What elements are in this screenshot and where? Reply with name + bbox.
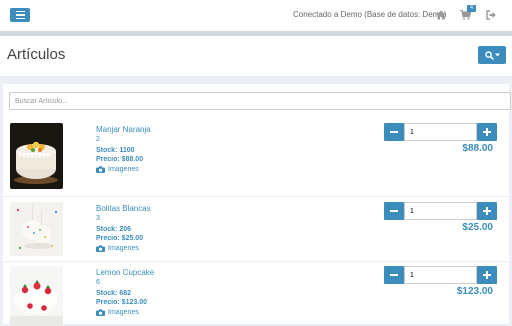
search-icon — [484, 50, 494, 60]
sign-out-icon[interactable] — [486, 10, 496, 20]
item-price: Precio: $123.00 — [96, 299, 147, 306]
caret-down-icon — [494, 53, 500, 57]
menu-toggle-button[interactable] — [10, 8, 30, 22]
images-label: Imagenes — [108, 166, 139, 173]
cart-count-badge: 4 — [467, 5, 476, 12]
item-stock: Stock: 682 — [96, 290, 132, 297]
minus-icon — [390, 274, 398, 276]
product-image[interactable] — [10, 266, 63, 326]
images-link[interactable]: Imagenes — [96, 309, 139, 316]
increase-quantity-button[interactable] — [477, 266, 497, 284]
search-dropdown-button[interactable] — [478, 46, 506, 64]
top-navbar: Conectado a Demo (Base de datos: Demo) 4 — [0, 0, 512, 31]
item-code: 6 — [96, 279, 100, 286]
images-label: Imagenes — [108, 309, 139, 316]
item-name[interactable]: Manjar Naranja — [96, 125, 151, 134]
item-price: Precio: $25.00 — [96, 235, 144, 242]
menu-icon — [15, 10, 25, 13]
increase-quantity-button[interactable] — [477, 123, 497, 141]
decrease-quantity-button[interactable] — [384, 266, 404, 284]
articles-panel: Manjar Naranja 2 Stock: 1100 Precio: $88… — [3, 84, 511, 326]
camera-icon — [96, 309, 105, 316]
item-name[interactable]: Lemon Cupcake — [96, 268, 154, 277]
images-label: Imagenes — [108, 245, 139, 252]
product-image[interactable] — [10, 123, 63, 189]
search-input[interactable] — [9, 92, 511, 110]
product-image[interactable] — [10, 202, 63, 256]
item-stock: Stock: 206 — [96, 226, 132, 233]
minus-icon — [390, 131, 398, 133]
quantity-input[interactable] — [404, 202, 477, 220]
page-header: Artículos — [0, 36, 512, 76]
camera-icon — [96, 166, 105, 173]
images-link[interactable]: Imagenes — [96, 166, 139, 173]
quantity-input[interactable] — [404, 266, 477, 284]
page-title: Artículos — [7, 46, 66, 63]
increase-quantity-button[interactable] — [477, 202, 497, 220]
home-icon[interactable] — [436, 10, 446, 20]
decrease-quantity-button[interactable] — [384, 123, 404, 141]
images-link[interactable]: Imagenes — [96, 245, 139, 252]
item-total: $123.00 — [456, 286, 493, 297]
item-name[interactable]: Bolitas Blancas — [96, 204, 151, 213]
item-price: Precio: $88.00 — [96, 156, 144, 163]
item-total: $88.00 — [462, 143, 493, 154]
item-code: 2 — [96, 136, 100, 143]
minus-icon — [390, 210, 398, 212]
item-code: 3 — [96, 215, 100, 222]
quantity-input[interactable] — [404, 123, 477, 141]
decrease-quantity-button[interactable] — [384, 202, 404, 220]
item-stock: Stock: 1100 — [96, 147, 135, 154]
item-total: $25.00 — [462, 222, 493, 233]
camera-icon — [96, 245, 105, 252]
connection-status: Conectado a Demo (Base de datos: Demo) — [293, 10, 447, 19]
